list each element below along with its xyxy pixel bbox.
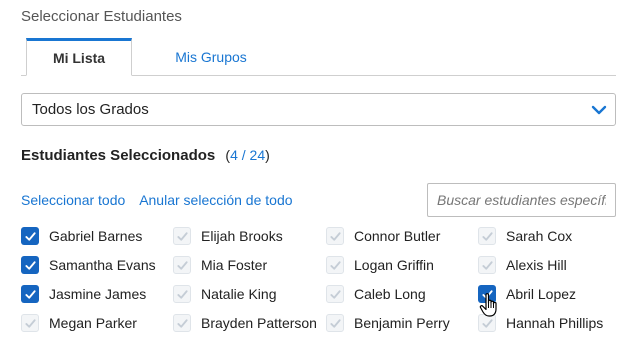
check-icon bbox=[176, 289, 188, 299]
student-name: Mia Foster bbox=[201, 257, 268, 273]
student-name: Caleb Long bbox=[354, 286, 426, 302]
page-title: Seleccionar Estudiantes bbox=[21, 8, 182, 25]
student-name: Sarah Cox bbox=[506, 228, 573, 244]
checkbox-checked[interactable] bbox=[21, 285, 39, 303]
student-list: Gabriel Barnes Elijah Brooks Connor Butler… bbox=[21, 227, 621, 343]
grade-select-value: Todos los Grados bbox=[32, 101, 149, 118]
checkbox-unchecked[interactable] bbox=[326, 256, 344, 274]
checkbox-unchecked[interactable] bbox=[173, 314, 191, 332]
student-name: Brayden Patterson bbox=[201, 315, 317, 331]
checkbox-unchecked[interactable] bbox=[21, 314, 39, 332]
checkbox-unchecked[interactable] bbox=[173, 256, 191, 274]
selected-count-value: 4 / 24 bbox=[230, 147, 266, 163]
checkbox-unchecked[interactable] bbox=[478, 227, 496, 245]
check-icon bbox=[329, 318, 341, 328]
deselect-all-link[interactable]: Anular selección de todo bbox=[139, 192, 292, 208]
checkbox-unchecked[interactable] bbox=[173, 227, 191, 245]
count-close-paren: ) bbox=[265, 147, 270, 163]
check-icon bbox=[481, 260, 493, 270]
student-name: Megan Parker bbox=[49, 315, 137, 331]
check-icon bbox=[24, 289, 36, 299]
student-name: Samantha Evans bbox=[49, 257, 156, 273]
check-icon bbox=[24, 318, 36, 328]
selection-actions: Seleccionar todo Anular selección de tod… bbox=[21, 192, 293, 208]
check-icon bbox=[329, 260, 341, 270]
student-name: Hannah Phillips bbox=[506, 315, 604, 331]
chevron-down-icon bbox=[591, 105, 607, 115]
check-icon bbox=[24, 231, 36, 241]
student-name: Abril Lopez bbox=[506, 286, 577, 302]
check-icon bbox=[481, 318, 493, 328]
search-students-input[interactable] bbox=[427, 183, 616, 217]
checkbox-checked[interactable] bbox=[21, 256, 39, 274]
checkbox-checked[interactable] bbox=[21, 227, 39, 245]
checkbox-unchecked[interactable] bbox=[326, 314, 344, 332]
check-icon bbox=[176, 231, 188, 241]
selected-students-label: Estudiantes Seleccionados bbox=[21, 147, 216, 164]
checkbox-unchecked[interactable] bbox=[326, 285, 344, 303]
check-icon bbox=[24, 260, 36, 270]
student-name: Gabriel Barnes bbox=[49, 228, 143, 244]
tab-mis-grupos[interactable]: Mis Grupos bbox=[151, 38, 271, 76]
select-all-link[interactable]: Seleccionar todo bbox=[21, 192, 125, 208]
checkbox-unchecked[interactable] bbox=[326, 227, 344, 245]
selected-students-header: Estudiantes Seleccionados (4 / 24) bbox=[21, 147, 270, 164]
student-name: Connor Butler bbox=[354, 228, 441, 244]
student-name: Natalie King bbox=[201, 286, 277, 302]
checkbox-unchecked[interactable] bbox=[173, 285, 191, 303]
student-name: Alexis Hill bbox=[506, 257, 567, 273]
student-name: Benjamin Perry bbox=[354, 315, 450, 331]
checkbox-unchecked[interactable] bbox=[478, 256, 496, 274]
student-name: Logan Griffin bbox=[354, 257, 434, 273]
student-name: Elijah Brooks bbox=[201, 228, 283, 244]
check-icon bbox=[329, 231, 341, 241]
tab-bar: Mi Lista Mis Grupos bbox=[21, 38, 616, 76]
check-icon bbox=[329, 289, 341, 299]
check-icon bbox=[176, 260, 188, 270]
selected-count: (4 / 24) bbox=[225, 147, 269, 163]
student-name: Jasmine James bbox=[49, 286, 147, 302]
hand-cursor-icon bbox=[479, 293, 497, 317]
check-icon bbox=[481, 231, 493, 241]
check-icon bbox=[176, 318, 188, 328]
grade-select[interactable]: Todos los Grados bbox=[21, 93, 616, 126]
tab-mi-lista[interactable]: Mi Lista bbox=[26, 38, 132, 76]
